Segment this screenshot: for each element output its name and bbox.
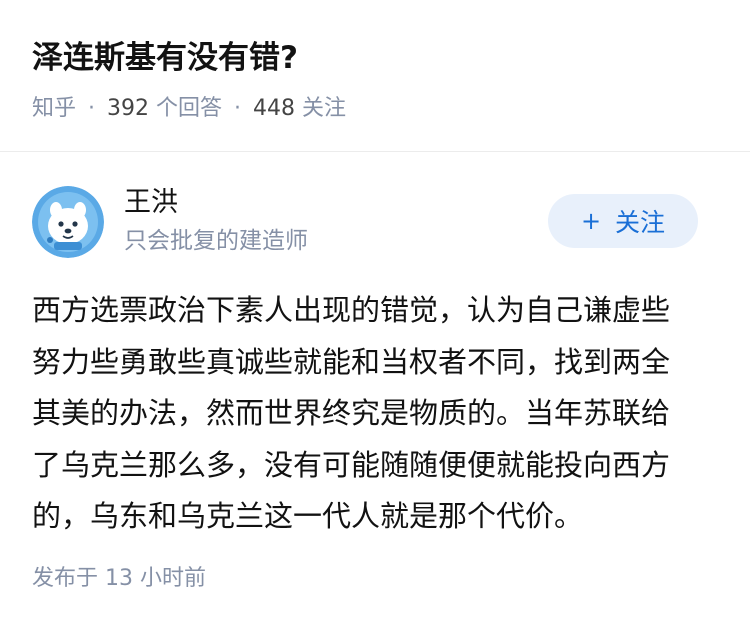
author-row: 王洪 只会批复的建造师 + 关注 xyxy=(0,180,750,270)
follower-count: 448 xyxy=(253,96,296,121)
separator-dot: · xyxy=(234,96,242,121)
answer-text-line: 努力些勇敢些真诚些就能和当权者不同，找到两全 xyxy=(32,344,671,379)
answer-text-line: 了乌克兰那么多，没有可能随随便便就能投向西方 xyxy=(32,447,671,482)
publish-label: 发布于 xyxy=(32,566,99,591)
question-meta: 知乎 · 392 个回答 · 448 关注 xyxy=(32,92,346,126)
source-label[interactable]: 知乎 xyxy=(32,96,76,121)
separator-dot: · xyxy=(88,96,96,121)
plus-icon: + xyxy=(580,207,602,235)
answer-text-line: 其美的办法，然而世界终究是物质的。当年苏联给 xyxy=(32,396,671,430)
divider xyxy=(0,151,750,152)
follow-button[interactable]: + 关注 xyxy=(548,194,698,248)
author-headline: 只会批复的建造师 xyxy=(124,228,308,254)
answer-page: 泽连斯基有没有错? 知乎 · 392 个回答 · 448 关注 王洪 只会批复的… xyxy=(0,0,750,630)
follower-count-label: 关注 xyxy=(302,96,347,121)
answer-text-line: 的，乌东和乌克兰这一代人就是那个代价。 xyxy=(32,499,584,533)
question-header: 泽连斯基有没有错? 知乎 · 392 个回答 · 448 关注 xyxy=(0,0,750,150)
publish-time: 发布于 13 小时前 xyxy=(32,562,206,596)
author-name[interactable]: 王洪 xyxy=(124,184,178,222)
follow-label: 关注 xyxy=(615,208,666,237)
answer-content: 西方选票政治下素人出现的错觉，认为自己谦虚些 努力些勇敢些真诚些就能和当权者不同… xyxy=(32,285,722,543)
answer-count: 392 xyxy=(107,96,150,121)
robot-dog-avatar-icon xyxy=(32,186,104,258)
avatar[interactable] xyxy=(32,186,104,258)
answer-text-line: 西方选票政治下素人出现的错觉，认为自己谦虚些 xyxy=(32,293,671,327)
question-title[interactable]: 泽连斯基有没有错? xyxy=(32,36,298,80)
answer-count-label: 个回答 xyxy=(156,96,223,121)
publish-time-value: 13 小时前 xyxy=(105,566,207,591)
